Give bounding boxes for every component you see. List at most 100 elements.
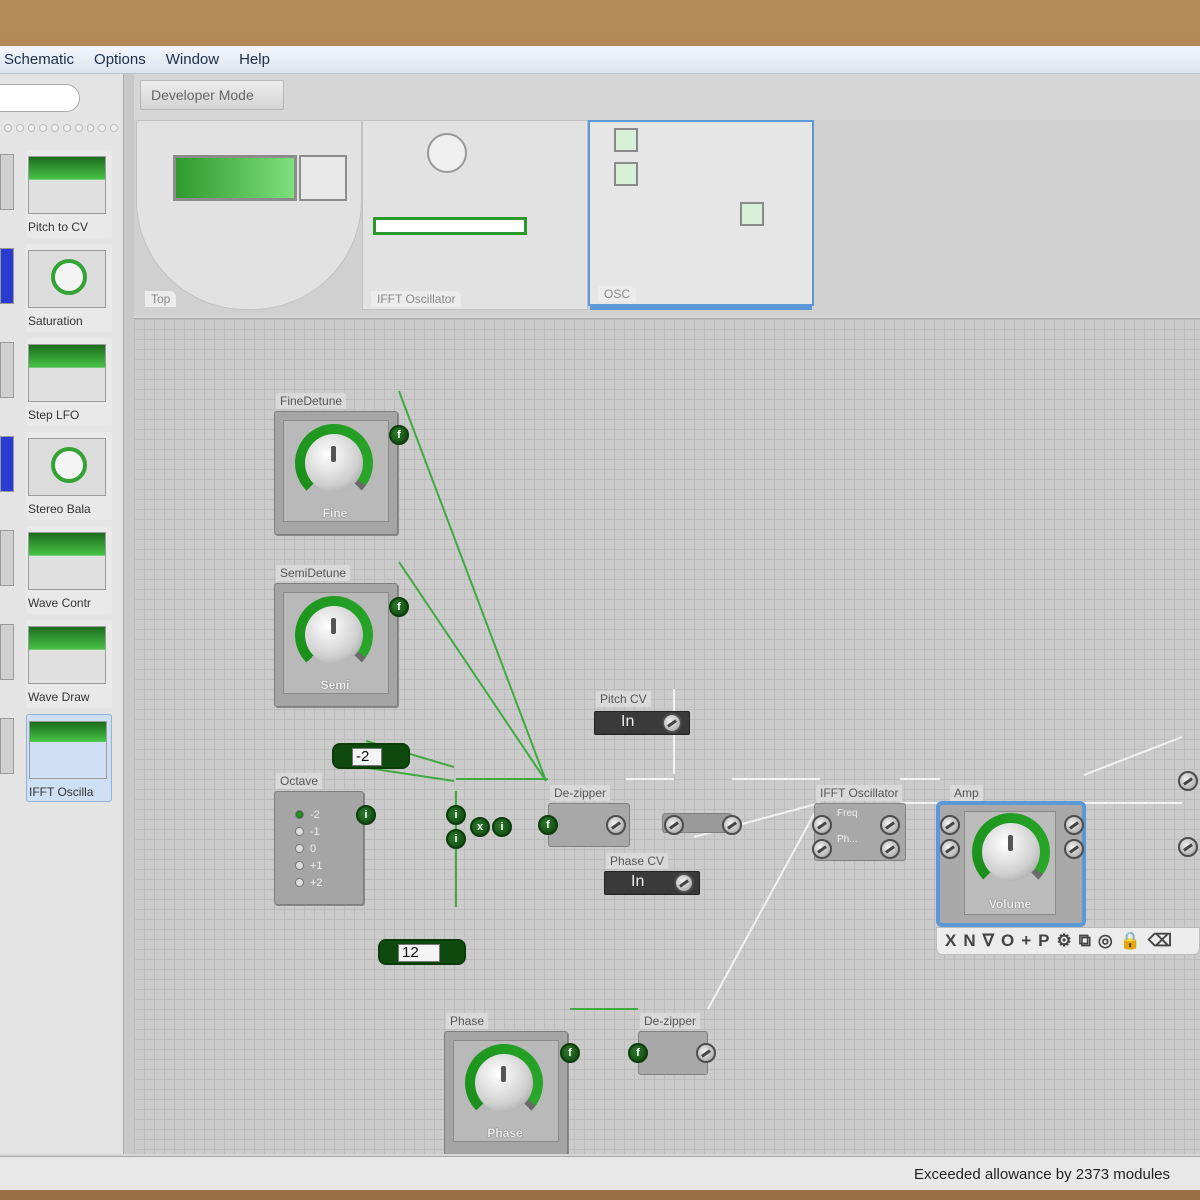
octave-option[interactable]: 0 — [295, 840, 323, 857]
schematic-canvas[interactable]: FineDetune Fine f SemiDetune Semi f -2 O… — [134, 318, 1200, 1154]
tile-thumbnail — [28, 250, 106, 308]
amp-input-port[interactable] — [940, 815, 960, 835]
tile-stereo-balance[interactable]: Stereo Bala — [26, 432, 112, 520]
menu-bar: Schematic Options Window Help — [0, 46, 1200, 74]
semi-knob-label: Semi — [320, 678, 350, 692]
menu-help[interactable]: Help — [239, 51, 270, 68]
toolbox-sidebar: Pitch to CV Saturation Step LFO Stereo B… — [0, 74, 124, 1154]
module-title-dezipper: De-zipper — [640, 1013, 701, 1029]
view-osc[interactable]: OSC — [588, 120, 814, 310]
octave-int-value[interactable]: -2 — [352, 748, 382, 766]
name-tool[interactable]: N — [963, 931, 975, 951]
octave-option[interactable]: -2 — [295, 806, 323, 823]
semitones-int-value[interactable]: 12 — [398, 944, 440, 962]
tile-edge[interactable] — [0, 342, 14, 398]
tile-label: Wave Draw — [28, 690, 90, 704]
view-label-top: Top — [145, 291, 177, 307]
tile-saturation[interactable]: Saturation — [26, 244, 112, 332]
tile-edge[interactable] — [0, 248, 14, 304]
view-label-ifft: IFFT Oscillator — [371, 291, 462, 307]
status-bar: Exceeded allowance by 2373 modules — [0, 1156, 1200, 1190]
out-port[interactable] — [1178, 837, 1198, 857]
ifft-input-label: Ph... — [837, 834, 858, 845]
tile-wave-draw[interactable]: Wave Draw — [26, 620, 112, 708]
fine-output-port[interactable]: f — [389, 425, 409, 445]
octave-int-box[interactable]: -2 — [332, 743, 410, 769]
tile-wave-control[interactable]: Wave Contr — [26, 526, 112, 614]
phase-cv-port[interactable] — [674, 873, 694, 893]
fine-knob[interactable] — [295, 424, 373, 502]
multiply-node[interactable]: x — [470, 817, 490, 837]
octave-option[interactable]: +1 — [295, 857, 323, 874]
tile-edge[interactable] — [0, 718, 14, 774]
adder-output-port[interactable] — [722, 815, 742, 835]
octave-radio-group: -2 -1 0 +1 +2 — [295, 806, 323, 891]
phase-knob[interactable] — [465, 1044, 543, 1122]
settings-icon[interactable]: ⚙ — [1057, 931, 1072, 951]
tile-step-lfo[interactable]: Step LFO — [26, 338, 112, 426]
developer-mode-button[interactable]: Developer Mode — [140, 80, 284, 110]
view-top[interactable]: Top — [136, 120, 362, 310]
tile-edge[interactable] — [0, 624, 14, 680]
properties-tool[interactable]: P — [1038, 931, 1049, 951]
tile-edge[interactable] — [0, 154, 14, 210]
phase-output-port[interactable]: f — [560, 1043, 580, 1063]
dezipper-input-port[interactable]: f — [538, 815, 558, 835]
delete-tool[interactable]: X — [945, 931, 956, 951]
toolbox-search-input[interactable] — [0, 84, 80, 112]
octave-option[interactable]: -1 — [295, 823, 323, 840]
semi-knob[interactable] — [295, 596, 373, 674]
copy-icon[interactable]: ⧉ — [1079, 931, 1091, 951]
splitter[interactable] — [124, 74, 134, 1154]
dezipper2-output-port[interactable] — [696, 1043, 716, 1063]
dezipper-output-port[interactable] — [606, 815, 626, 835]
volume-knob[interactable] — [972, 813, 1050, 891]
menu-schematic[interactable]: Schematic — [4, 51, 74, 68]
amp-output-port[interactable] — [1064, 839, 1084, 859]
amp-input-port[interactable] — [940, 839, 960, 859]
tile-edge[interactable] — [0, 530, 14, 586]
tile-edge[interactable] — [0, 436, 14, 492]
view-icon[interactable]: ◎ — [1098, 931, 1113, 951]
module-finedetune[interactable]: Fine — [274, 411, 398, 535]
lock-icon[interactable]: 🔒 — [1120, 931, 1141, 951]
mult-output-port[interactable]: i — [492, 817, 512, 837]
module-phase[interactable]: Phase — [444, 1031, 568, 1154]
mult-input-port[interactable]: i — [446, 805, 466, 825]
semi-output-port[interactable]: f — [389, 597, 409, 617]
octave-option[interactable]: +2 — [295, 874, 323, 891]
tile-label: Step LFO — [28, 408, 80, 422]
module-semidetune[interactable]: Semi — [274, 583, 398, 707]
navigator-views: Top IFFT Oscillator OSC — [134, 120, 1200, 316]
pitch-cv-port[interactable] — [662, 713, 682, 733]
app-window: Schematic Options Window Help Pitch to C… — [0, 46, 1200, 1190]
view-thumb-mod — [614, 162, 638, 186]
ifft-output-port[interactable] — [880, 839, 900, 859]
adder-input-port[interactable] — [664, 815, 684, 835]
tile-ifft-oscillator[interactable]: IFFT Oscilla — [26, 714, 112, 802]
amp-output-port[interactable] — [1064, 815, 1084, 835]
module-title-semidetune: SemiDetune — [276, 565, 351, 581]
view-label-osc: OSC — [598, 286, 637, 302]
clear-icon[interactable]: ⌫ — [1148, 931, 1172, 951]
ifft-freq-port[interactable] — [812, 815, 832, 835]
ifft-output-port[interactable] — [880, 815, 900, 835]
toolbox-filter-dots[interactable] — [0, 124, 118, 136]
octave-output-port[interactable]: i — [356, 805, 376, 825]
semitones-int-box[interactable]: 12 — [378, 939, 466, 965]
collapse-tool[interactable]: ∇ — [983, 931, 994, 951]
module-octave[interactable]: -2 -1 0 +1 +2 — [274, 791, 364, 905]
view-ifft-oscillator[interactable]: IFFT Oscillator — [362, 120, 588, 310]
status-text: Exceeded allowance by 2373 modules — [913, 1166, 1170, 1183]
menu-options[interactable]: Options — [94, 51, 146, 68]
mult-input-port[interactable]: i — [446, 829, 466, 849]
tile-thumbnail — [28, 532, 106, 590]
out-port[interactable] — [1178, 771, 1198, 791]
tile-pitch-to-cv[interactable]: Pitch to CV — [26, 150, 112, 238]
dezipper2-input-port[interactable]: f — [628, 1043, 648, 1063]
add-tool[interactable]: + — [1021, 931, 1031, 951]
menu-window[interactable]: Window — [166, 51, 219, 68]
ifft-phase-port[interactable] — [812, 839, 832, 859]
view-thumb-knobs — [299, 155, 347, 201]
output-tool[interactable]: O — [1001, 931, 1014, 951]
